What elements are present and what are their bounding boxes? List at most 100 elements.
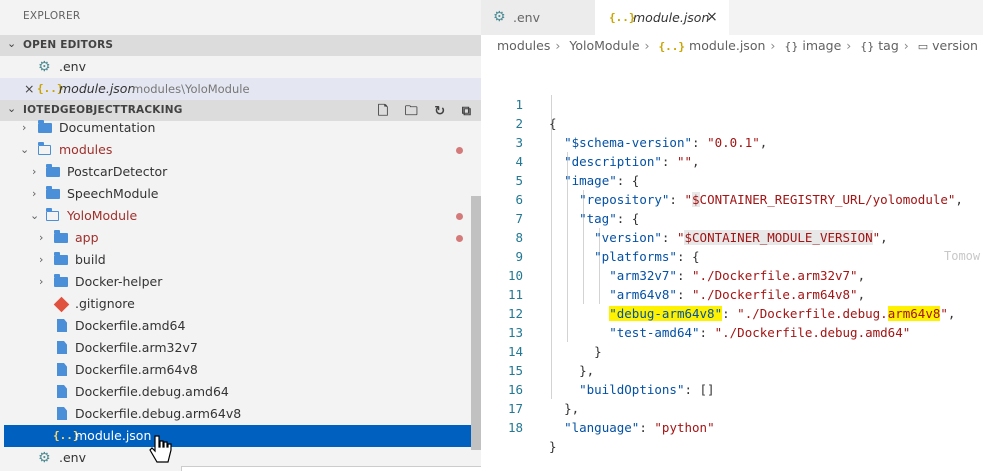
- sidebar-scrollbar[interactable]: [471, 196, 481, 450]
- chevron-down-icon: ⌄: [7, 37, 17, 50]
- tree-item-label: Docker-helper: [75, 274, 163, 289]
- hand-cursor-icon: [149, 434, 173, 471]
- modified-dot: [456, 213, 463, 220]
- modified-dot: [456, 235, 463, 242]
- breadcrumb-item[interactable]: image: [802, 38, 841, 53]
- tab-env[interactable]: ⚙ .env: [481, 0, 595, 35]
- close-icon[interactable]: ×: [706, 0, 718, 35]
- code-line: 3 "description": "",: [481, 114, 983, 169]
- tree-item-dockerfile-arm64v8[interactable]: Dockerfile.arm64v8: [0, 359, 481, 381]
- tree-item-docker-helper[interactable]: › Docker-helper: [0, 271, 481, 293]
- tree-item-dockerfile-amd64[interactable]: Dockerfile.amd64: [0, 315, 481, 337]
- chevron-right-icon: ›: [555, 38, 561, 53]
- code-line: 12 "test-amd64": "./Dockerfile.debug.amd…: [481, 285, 983, 340]
- braces-icon: {}: [784, 40, 799, 53]
- chevron-right-icon: ›: [846, 38, 852, 53]
- braces-icon: {}: [860, 40, 875, 53]
- tree-item-label: build: [75, 252, 106, 267]
- folder-icon: [46, 183, 60, 205]
- code-line: 16 },: [481, 361, 983, 416]
- code-line: 6 "tag": {: [481, 171, 983, 226]
- chevron-down-icon: ⌄: [7, 102, 17, 115]
- open-editors-header[interactable]: ⌄ OPEN EDITORS: [0, 35, 481, 56]
- tab-bar: ⚙ .env {..} module.json ×: [481, 0, 983, 35]
- tree-item-label: Dockerfile.debug.arm64v8: [75, 406, 242, 421]
- breadcrumb-item[interactable]: tag: [878, 38, 899, 53]
- folder-open-icon: [45, 205, 59, 227]
- tree-item-speechmodule[interactable]: › SpeechModule: [0, 183, 481, 205]
- folder-open-icon: [37, 139, 51, 161]
- code-line: 1 {: [481, 76, 983, 131]
- tree-item-label: .env: [59, 450, 86, 465]
- tree-item-dockerfile-arm32v7[interactable]: Dockerfile.arm32v7: [0, 337, 481, 359]
- open-editor-env[interactable]: ⚙ .env: [0, 56, 481, 78]
- gear-icon: ⚙: [493, 9, 506, 25]
- tree-item-module-json[interactable]: {..} module.json: [4, 425, 471, 447]
- explorer-title: EXPLORER: [23, 10, 81, 22]
- modified-dot: [456, 147, 463, 154]
- chevron-right-icon: ›: [39, 231, 44, 244]
- breadcrumb-item[interactable]: YoloModule: [569, 38, 639, 53]
- file-icon: [57, 381, 67, 403]
- tree-item-documentation[interactable]: › Documentation: [0, 117, 481, 139]
- tree-item-dockerfile-debug-arm64v8[interactable]: Dockerfile.debug.arm64v8: [0, 403, 481, 425]
- folder-icon: [54, 227, 68, 249]
- tree-item-label: YoloModule: [67, 208, 138, 223]
- open-editor-label: module.json: [59, 81, 136, 96]
- hover-tooltip: [181, 466, 481, 471]
- folder-icon: [54, 249, 68, 271]
- tree-item-modules[interactable]: ⌄ modules: [0, 139, 481, 161]
- tree-item-label: Documentation: [59, 120, 156, 135]
- code-text: }: [549, 439, 557, 454]
- tree-item-postcardetector[interactable]: › PostcarDetector: [0, 161, 481, 183]
- chevron-right-icon: ›: [32, 187, 37, 200]
- json-file-icon: {..}: [658, 40, 686, 53]
- breadcrumb-item[interactable]: module.json: [689, 38, 765, 53]
- code-line: 13 }: [481, 304, 983, 359]
- open-editor-module-json[interactable]: × {..} module.json modules\YoloModule: [0, 78, 481, 100]
- breadcrumb-item[interactable]: version: [932, 38, 978, 53]
- project-label: IOTEDGEOBJECTTRACKING: [23, 104, 183, 116]
- tree-item-gitignore[interactable]: .gitignore: [0, 293, 481, 315]
- tab-module-json[interactable]: {..} module.json ×: [595, 0, 729, 35]
- gear-icon: ⚙: [38, 450, 51, 466]
- tree-item-build[interactable]: › build: [0, 249, 481, 271]
- code-line: 11 "debug-arm64v8": "./Dockerfile.debug.…: [481, 266, 983, 321]
- breadcrumb: modules › YoloModule › {..} module.json › {…: [497, 37, 978, 55]
- breadcrumb-item[interactable]: modules: [497, 38, 550, 53]
- chevron-down-icon: ⌄: [30, 209, 40, 222]
- editor-area: ⚙ .env {..} module.json × modules › YoloM…: [481, 0, 983, 471]
- tree-item-label: PostcarDetector: [67, 164, 168, 179]
- code-line: 15 "buildOptions": []: [481, 342, 983, 397]
- tree-item-app[interactable]: › app: [0, 227, 481, 249]
- file-icon: [57, 403, 67, 425]
- open-editor-label: .env: [59, 59, 86, 74]
- tree-item-label: module.json: [75, 428, 152, 443]
- code-text: "language": "python": [564, 420, 715, 435]
- tree-item-label: SpeechModule: [67, 186, 159, 201]
- chevron-right-icon: ›: [39, 275, 44, 288]
- gear-icon: ⚙: [38, 59, 51, 75]
- code-line: 10 "arm64v8": "./Dockerfile.arm64v8",: [481, 247, 983, 302]
- code-line: 17 "language": "python": [481, 380, 983, 435]
- tree-item-dockerfile-debug-amd64[interactable]: Dockerfile.debug.amd64: [0, 381, 481, 403]
- open-editors-label: OPEN EDITORS: [23, 39, 114, 51]
- code-line: 4 "image": {: [481, 133, 983, 188]
- code-line: 5 "repository": "$CONTAINER_REGISTRY_URL…: [481, 152, 983, 207]
- tree-item-yolomodule[interactable]: ⌄ YoloModule: [0, 205, 481, 227]
- folder-icon: [54, 271, 68, 293]
- code-line: 18 }: [481, 399, 983, 454]
- tree-item-label: modules: [59, 142, 113, 157]
- folder-icon: [46, 161, 60, 183]
- chevron-right-icon: ›: [770, 38, 776, 53]
- chevron-right-icon: ›: [22, 121, 27, 134]
- tab-label: .env: [513, 10, 540, 25]
- string-field-icon: ▭: [917, 40, 929, 53]
- open-editor-path: modules\YoloModule: [132, 82, 250, 96]
- code-line: 8 "platforms": {: [481, 209, 983, 264]
- line-number: 18: [507, 420, 523, 435]
- close-icon[interactable]: ×: [24, 78, 34, 100]
- tab-label: module.json: [633, 10, 710, 25]
- tree-item-label: Dockerfile.amd64: [75, 318, 186, 333]
- file-icon: [57, 315, 67, 337]
